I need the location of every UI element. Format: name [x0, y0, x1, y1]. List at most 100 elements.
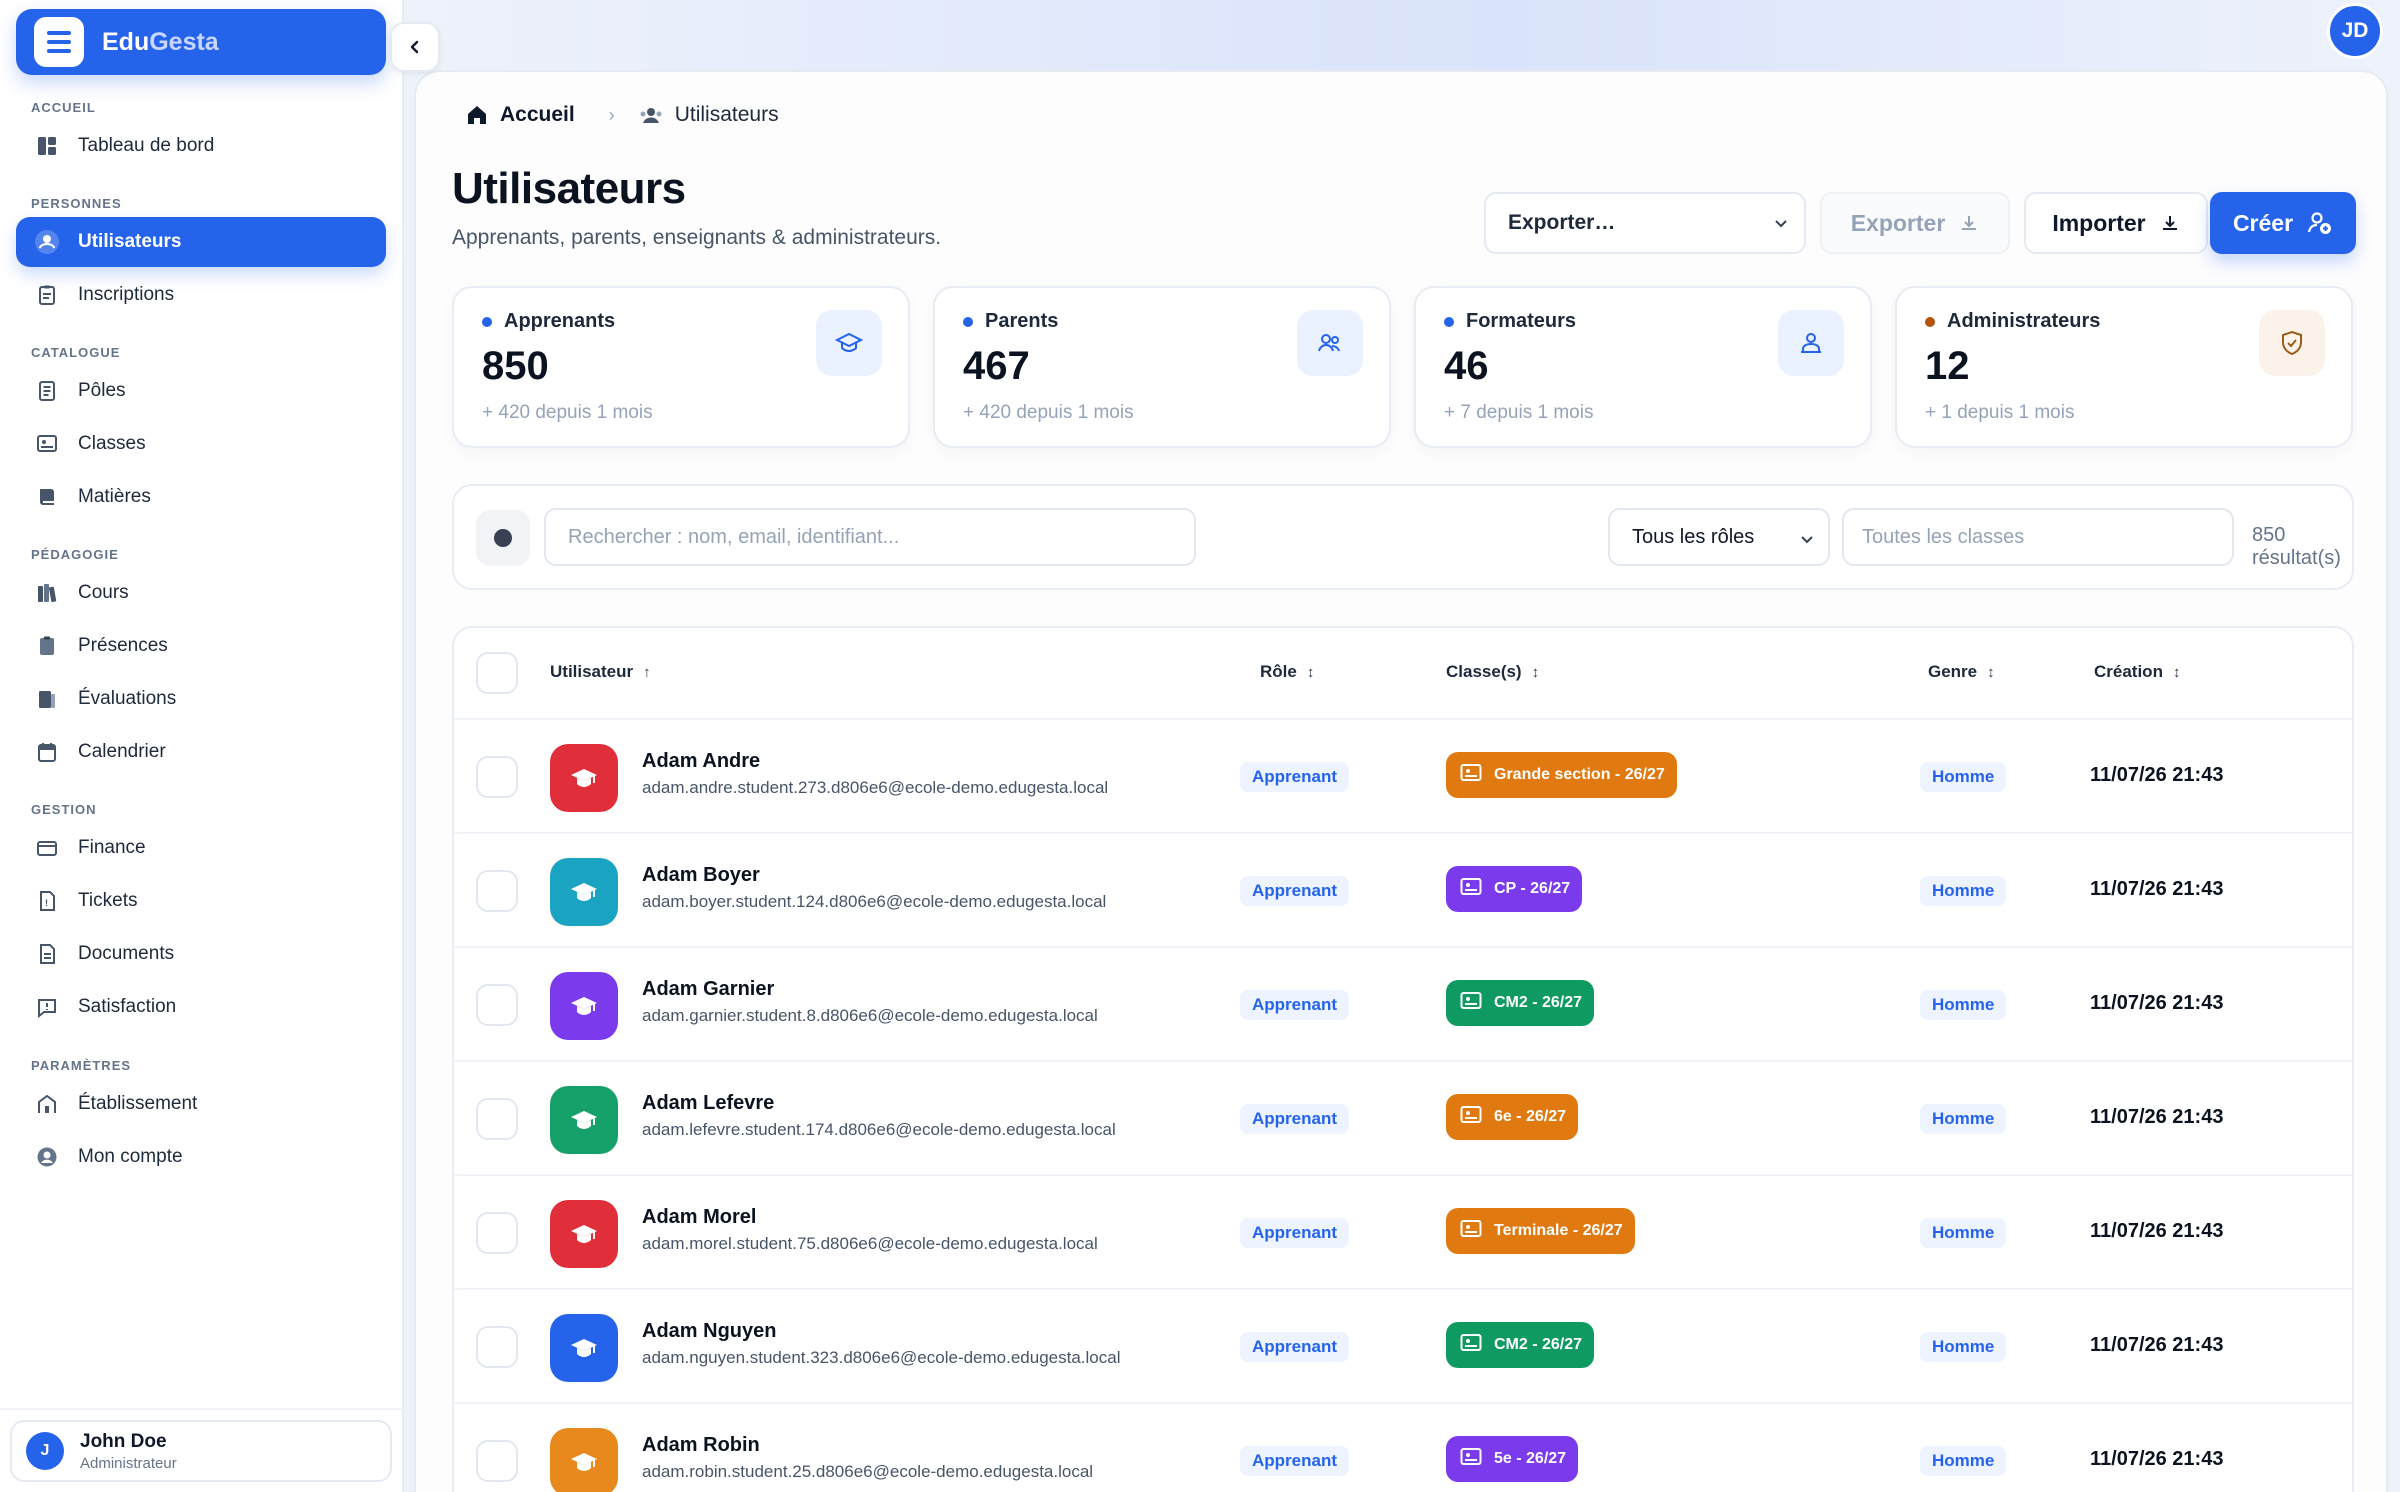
user-role: Administrateur	[80, 1454, 177, 1472]
sidebar-item-label: Finance	[78, 837, 146, 858]
search-input[interactable]	[544, 508, 1196, 566]
sidebar-item-inscriptions[interactable]: Inscriptions	[16, 270, 386, 320]
sidebar-item-cours[interactable]: Cours	[16, 568, 386, 618]
user-name[interactable]: Adam Andre	[642, 750, 760, 773]
sidebar-item-calendrier[interactable]: Calendrier	[16, 727, 386, 777]
current-user-card[interactable]: J John Doe Administrateur	[10, 1420, 392, 1482]
sidebar-item-documents[interactable]: Documents	[16, 929, 386, 979]
stat-delta: + 1 depuis 1 mois	[1925, 402, 2075, 423]
user-email: adam.morel.student.75.d806e6@ecole-demo.…	[642, 1234, 1098, 1253]
user-name[interactable]: Adam Boyer	[642, 864, 760, 887]
sidebar-item-classes[interactable]: Classes	[16, 419, 386, 469]
table-row[interactable]: Adam Garnier adam.garnier.student.8.d806e…	[454, 948, 2352, 1062]
collapse-sidebar-button[interactable]	[390, 22, 440, 72]
row-checkbox[interactable]	[476, 1212, 518, 1254]
class-badge[interactable]: Grande section - 26/27	[1446, 752, 1677, 798]
download-icon	[1962, 216, 1977, 230]
user-name[interactable]: Adam Nguyen	[642, 1320, 776, 1343]
sidebar-divider	[0, 1408, 404, 1410]
sidebar-item-tableau-de-bord[interactable]: Tableau de bord	[16, 121, 386, 171]
class-badge[interactable]: 6e - 26/27	[1446, 1094, 1579, 1140]
class-filter-input[interactable]: Toutes les classes	[1842, 508, 2234, 566]
sidebar-item-label: Classes	[78, 433, 146, 454]
row-checkbox[interactable]	[476, 1098, 518, 1140]
class-badge[interactable]: CM2 - 26/27	[1446, 980, 1595, 1026]
sidebar-item-mon-compte[interactable]: Mon compte	[16, 1132, 386, 1182]
page-title: Utilisateurs	[452, 164, 686, 213]
role-badge: Apprenant	[1240, 990, 1349, 1020]
role-badge: Apprenant	[1240, 1332, 1349, 1362]
sidebar-item-matieres[interactable]: Matières	[16, 472, 386, 522]
user-avatar-icon	[550, 1428, 618, 1492]
sidebar-item-etablissement[interactable]: Établissement	[16, 1079, 386, 1129]
class-badge[interactable]: Terminale - 26/27	[1446, 1208, 1635, 1254]
row-checkbox[interactable]	[476, 1326, 518, 1368]
table-row[interactable]: Adam Morel adam.morel.student.75.d806e6@e…	[454, 1176, 2352, 1290]
sidebar-item-finance[interactable]: Finance	[16, 823, 386, 873]
column-header-user[interactable]: Utilisateur ↑	[550, 662, 651, 682]
sidebar-item-presences[interactable]: Présences	[16, 621, 386, 671]
column-header-genre[interactable]: Genre ↕	[1928, 662, 1995, 682]
export-format-select[interactable]: Exporter…	[1484, 192, 1806, 254]
row-checkbox[interactable]	[476, 1440, 518, 1482]
column-header-classes[interactable]: Classe(s) ↕	[1446, 662, 1539, 682]
export-button[interactable]: Exporter	[1820, 192, 2010, 254]
user-name[interactable]: Adam Morel	[642, 1206, 756, 1229]
sidebar-item-label: Tableau de bord	[78, 135, 215, 156]
sidebar-item-tickets[interactable]: ! Tickets	[16, 876, 386, 926]
sidebar-item-label: Évaluations	[78, 688, 177, 709]
row-checkbox[interactable]	[476, 870, 518, 912]
filter-dot-icon	[494, 529, 512, 547]
user-name[interactable]: Adam Robin	[642, 1434, 760, 1457]
breadcrumb-home-link[interactable]: Accueil	[500, 103, 575, 127]
classroom-icon	[1460, 763, 1482, 788]
created-date: 11/07/26 21:43	[2090, 992, 2224, 1014]
sidebar-item-poles[interactable]: Pôles	[16, 366, 386, 416]
row-checkbox[interactable]	[476, 756, 518, 798]
brand-header[interactable]: EduGesta	[16, 9, 386, 75]
user-name[interactable]: Adam Lefevre	[642, 1092, 774, 1115]
breadcrumb-current: Utilisateurs	[674, 103, 779, 126]
column-header-created[interactable]: Création ↕	[2094, 662, 2180, 682]
app-logo-icon	[34, 17, 84, 67]
create-user-button[interactable]: Créer	[2210, 192, 2356, 254]
profile-avatar-button[interactable]: JD	[2327, 3, 2383, 59]
sidebar-item-satisfaction[interactable]: Satisfaction	[16, 982, 386, 1032]
class-badge[interactable]: CP - 26/27	[1446, 866, 1583, 912]
role-badge: Apprenant	[1240, 876, 1349, 906]
sidebar-item-utilisateurs[interactable]: Utilisateurs	[16, 217, 386, 267]
filter-toggle-button[interactable]	[476, 510, 530, 566]
stat-label: Apprenants	[504, 310, 616, 332]
stat-card-administrateurs: Administrateurs 12 + 1 depuis 1 mois	[1895, 286, 2353, 448]
class-badge[interactable]: 5e - 26/27	[1446, 1436, 1579, 1482]
row-checkbox[interactable]	[476, 984, 518, 1026]
svg-text:!: !	[45, 898, 48, 908]
genre-badge: Homme	[1920, 1104, 2007, 1134]
classroom-icon	[1460, 877, 1482, 902]
sort-ascending-icon: ↑	[643, 663, 651, 681]
user-name[interactable]: Adam Garnier	[642, 978, 774, 1001]
table-row[interactable]: Adam Robin adam.robin.student.25.d806e6@e…	[454, 1404, 2352, 1492]
export-format-value: Exporter…	[1508, 211, 1616, 234]
sidebar-item-evaluations[interactable]: Évaluations	[16, 674, 386, 724]
app-name: EduGesta	[102, 27, 219, 56]
class-badge[interactable]: CM2 - 26/27	[1446, 1322, 1595, 1368]
column-header-role[interactable]: Rôle ↕	[1260, 662, 1314, 682]
feedback-icon	[34, 994, 60, 1020]
stat-delta: + 420 depuis 1 mois	[963, 402, 1134, 423]
table-row[interactable]: Adam Nguyen adam.nguyen.student.323.d806e…	[454, 1290, 2352, 1404]
table-row[interactable]: Adam Andre adam.andre.student.273.d806e6@…	[454, 720, 2352, 834]
role-filter-select[interactable]: Tous les rôles	[1608, 508, 1830, 566]
breadcrumb-separator-icon: ›	[608, 104, 615, 125]
sidebar-item-label: Satisfaction	[78, 996, 177, 1017]
user-email: adam.andre.student.273.d806e6@ecole-demo…	[642, 778, 1109, 797]
import-button[interactable]: Importer	[2024, 192, 2208, 254]
select-all-checkbox[interactable]	[476, 652, 518, 694]
table-row[interactable]: Adam Boyer adam.boyer.student.124.d806e6@…	[454, 834, 2352, 948]
users-table: Utilisateur ↑ Rôle ↕ Classe(s) ↕ Genre ↕ Cré…	[452, 626, 2354, 1492]
building-icon	[34, 1091, 60, 1117]
classroom-icon	[1460, 1105, 1482, 1130]
table-row[interactable]: Adam Lefevre adam.lefevre.student.174.d80…	[454, 1062, 2352, 1176]
genre-badge: Homme	[1920, 1218, 2007, 1248]
export-button-label: Exporter	[1850, 209, 1946, 236]
